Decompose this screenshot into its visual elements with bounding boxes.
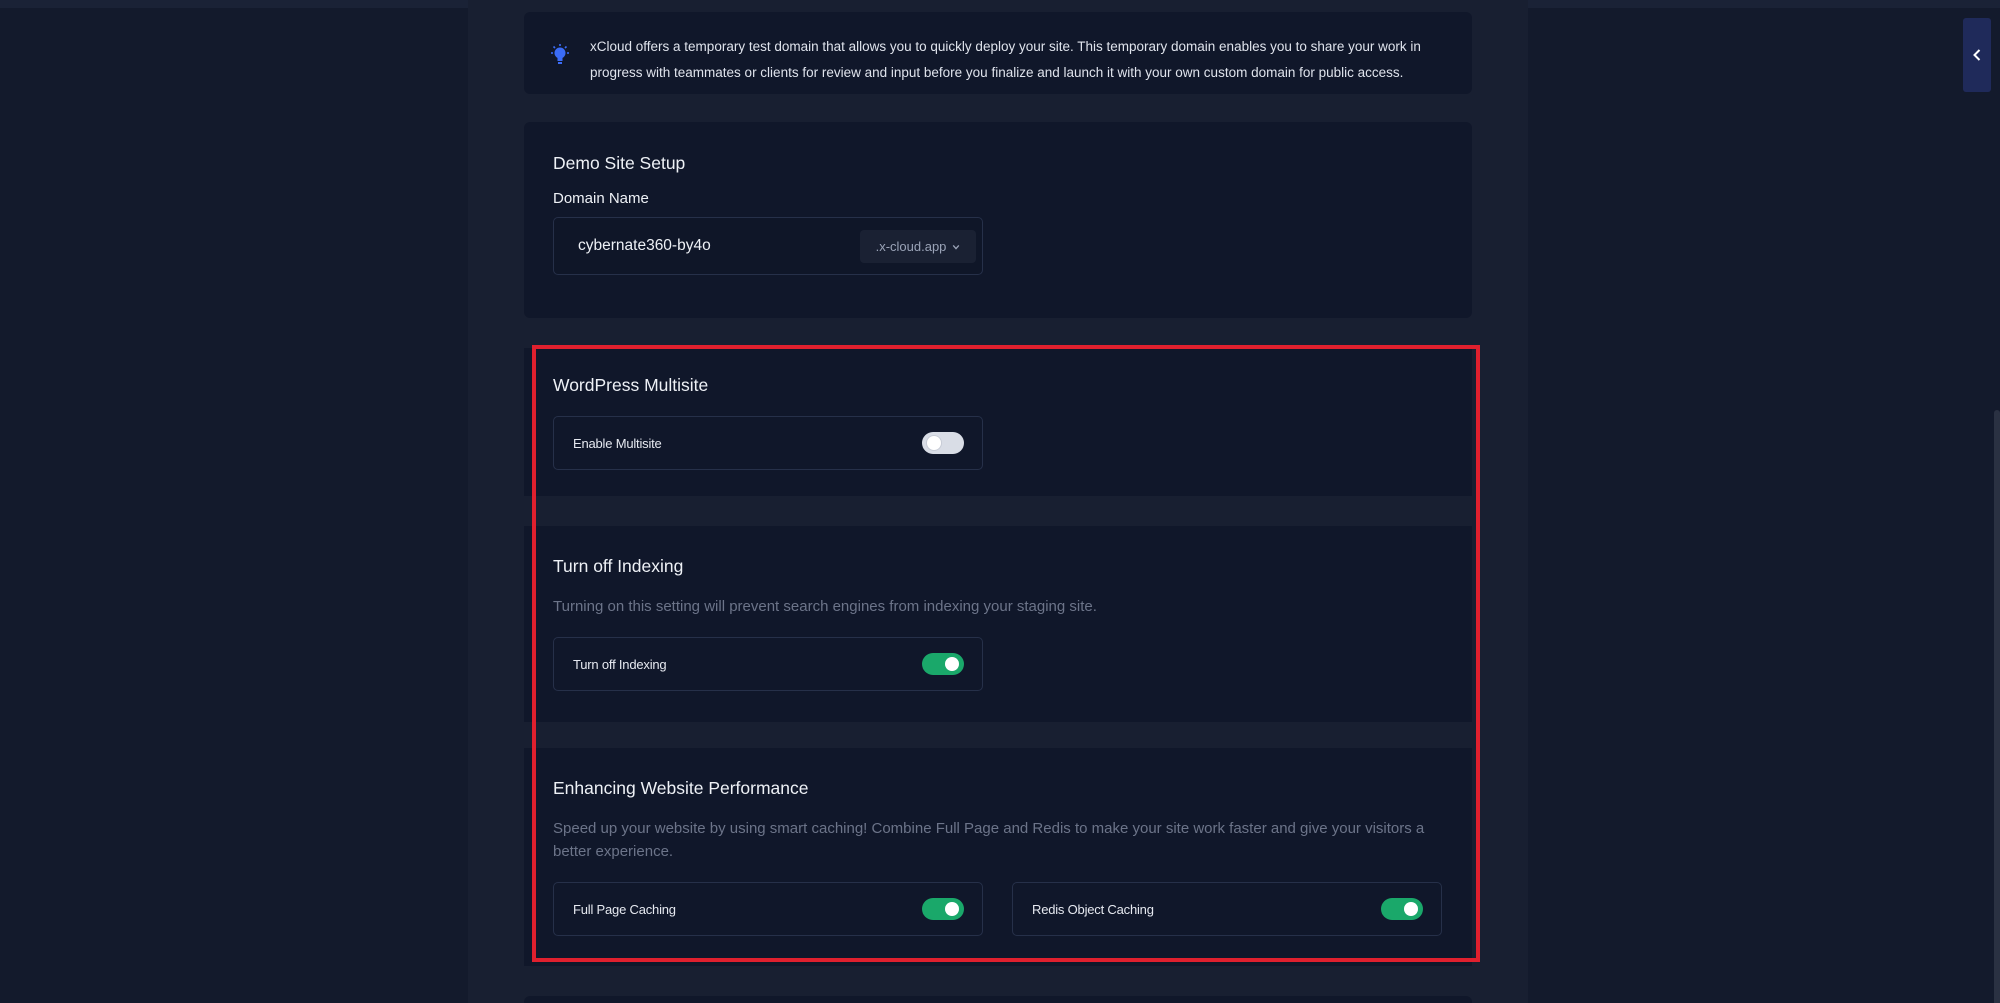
notice-text: xCloud offers a temporary test domain th… — [590, 39, 1421, 80]
temporary-domain-notice: xCloud offers a temporary test domain th… — [524, 12, 1472, 94]
domain-name-field[interactable]: cybernate360-by4o .x-cloud.app — [553, 217, 983, 275]
demo-site-setup-card: Demo Site Setup Domain Name cybernate360… — [524, 122, 1472, 318]
domain-name-value[interactable]: cybernate360-by4o — [578, 237, 711, 255]
toggle-knob — [1404, 902, 1418, 916]
collapse-sidebar-button[interactable] — [1963, 18, 1991, 92]
performance-title: Enhancing Website Performance — [553, 778, 809, 798]
toggle-knob — [945, 902, 959, 916]
enable-multisite-row: Enable Multisite — [553, 416, 983, 470]
toggle-knob — [927, 436, 941, 450]
lightbulb-icon — [551, 44, 569, 64]
performance-description: Speed up your website by using smart cac… — [553, 820, 1425, 860]
next-card-edge — [524, 996, 1472, 1003]
redis-object-caching-toggle[interactable] — [1381, 898, 1423, 920]
full-page-caching-toggle[interactable] — [922, 898, 964, 920]
domain-suffix-select[interactable]: .x-cloud.app — [860, 230, 976, 263]
enable-multisite-label: Enable Multisite — [573, 436, 662, 451]
chevron-down-icon — [953, 244, 960, 250]
enable-multisite-toggle[interactable] — [922, 432, 964, 454]
domain-name-label: Domain Name — [553, 190, 649, 207]
domain-suffix-value: .x-cloud.app — [875, 239, 947, 254]
wordpress-multisite-section: WordPress Multisite Enable Multisite — [524, 348, 1472, 496]
multisite-title: WordPress Multisite — [553, 375, 709, 395]
main-content: xCloud offers a temporary test domain th… — [468, 0, 1528, 1003]
redis-object-caching-label: Redis Object Caching — [1032, 902, 1154, 917]
demo-site-title: Demo Site Setup — [553, 153, 686, 173]
toggle-knob — [945, 657, 959, 671]
full-page-caching-label: Full Page Caching — [573, 902, 676, 917]
full-page-caching-row: Full Page Caching — [553, 882, 983, 936]
indexing-description: Turning on this setting will prevent sea… — [553, 598, 1097, 615]
turn-off-indexing-toggle[interactable] — [922, 653, 964, 675]
chevron-left-icon — [1973, 49, 1981, 61]
turn-off-indexing-section: Turn off Indexing Turning on this settin… — [524, 526, 1472, 722]
indexing-title: Turn off Indexing — [553, 556, 684, 576]
scrollbar-thumb[interactable] — [1994, 410, 2000, 1003]
redis-object-caching-row: Redis Object Caching — [1012, 882, 1442, 936]
turn-off-indexing-row: Turn off Indexing — [553, 637, 983, 691]
turn-off-indexing-label: Turn off Indexing — [573, 657, 667, 672]
website-performance-section: Enhancing Website Performance Speed up y… — [524, 748, 1472, 966]
